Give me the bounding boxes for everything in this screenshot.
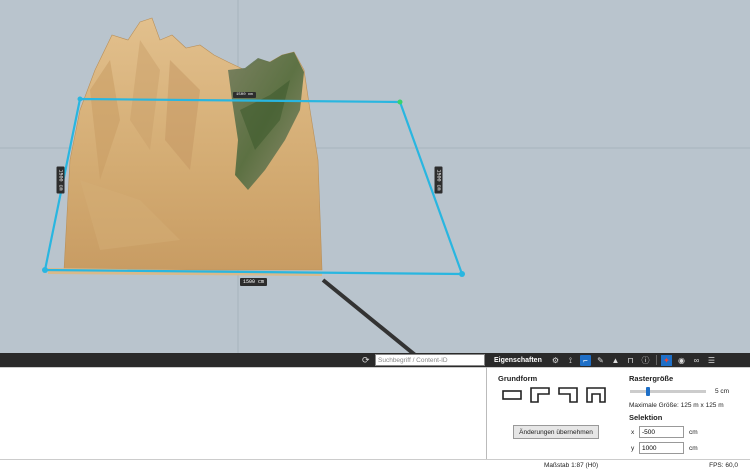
dimension-label-top: 1500 cm: [233, 92, 256, 98]
angle-shape-button[interactable]: [557, 386, 579, 404]
connector-line: [321, 278, 416, 353]
settings-icon[interactable]: ⚙: [550, 355, 561, 366]
object-icon[interactable]: ⊓: [625, 355, 636, 366]
raster-size-heading: Rastergröße: [629, 374, 674, 383]
terrain-icon[interactable]: ▲: [610, 355, 621, 366]
y-label: y: [631, 445, 635, 452]
selection-handle: [77, 96, 83, 102]
selection-handle-active: [397, 99, 403, 105]
slider-track[interactable]: [630, 390, 706, 393]
u-shape-icon: [586, 387, 606, 403]
grundform-heading: Grundform: [498, 374, 538, 383]
angle-shape-icon: [558, 387, 578, 403]
refresh-icon[interactable]: ⟳: [362, 355, 372, 365]
rectangle-shape-button[interactable]: [501, 386, 523, 404]
eye-icon[interactable]: ◉: [676, 355, 687, 366]
selection-handle: [459, 271, 465, 277]
dimension-label-right: 1500 cm: [434, 166, 443, 194]
apply-changes-button[interactable]: Änderungen übernehmen: [513, 425, 599, 439]
transform-icon[interactable]: ⟟: [565, 355, 576, 366]
dimension-label-bottom: 1500 cm: [240, 278, 268, 286]
u-shape-button[interactable]: [585, 386, 607, 404]
catalog-toolbar: ⟳: [0, 353, 486, 367]
link-icon[interactable]: ∞: [691, 355, 702, 366]
raster-size-slider[interactable]: [630, 387, 706, 396]
x-unit-label: cm: [689, 429, 698, 436]
properties-toolbar: Eigenschaften ⚙ ⟟ ⌐ ✎ ▲ ⊓ ⓘ ✦ ◉ ∞ ☰: [490, 353, 750, 367]
3d-viewport[interactable]: 1500 cm 1500 cm 1500 cm 1500 cm: [0, 0, 750, 353]
paint-icon[interactable]: ✎: [595, 355, 606, 366]
y-coordinate-input[interactable]: [639, 442, 684, 454]
bottom-toolbar: ⟳ Eigenschaften ⚙ ⟟ ⌐ ✎ ▲ ⊓ ⓘ ✦ ◉ ∞ ☰: [0, 353, 750, 367]
fps-counter: FPS: 60,0: [709, 462, 738, 469]
y-unit-label: cm: [689, 445, 698, 452]
l-shape-icon: [530, 387, 550, 403]
raster-size-value: 5 cm: [715, 388, 730, 395]
x-coordinate-input[interactable]: [639, 426, 684, 438]
slider-thumb[interactable]: [646, 387, 650, 396]
info-icon[interactable]: ⓘ: [640, 355, 651, 366]
terrain-scene: [0, 0, 750, 353]
selection-heading: Selektion: [629, 413, 663, 422]
scale-indicator: Maßstab 1:87 (H0): [544, 462, 599, 469]
properties-panel: Grundform Änderungen übernehmen Rastergr…: [487, 367, 750, 459]
x-label: x: [631, 429, 635, 436]
toolbar-separator: [656, 355, 657, 365]
rectangle-shape-icon: [502, 390, 522, 400]
panel-title: Eigenschaften: [494, 356, 542, 364]
shape-options: [501, 386, 613, 404]
floorplan-icon[interactable]: ⌐: [580, 354, 591, 366]
search-input[interactable]: [375, 354, 485, 366]
max-size-text: Maximale Größe: 125 m x 125 m: [629, 402, 724, 409]
pin-icon[interactable]: ✦: [661, 354, 672, 366]
l-shape-button[interactable]: [529, 386, 551, 404]
catalog-panel: [0, 367, 486, 459]
selection-handle: [42, 267, 48, 273]
status-bar: Maßstab 1:87 (H0) FPS: 60,0: [0, 459, 750, 470]
dimension-label-left: 1500 cm: [56, 166, 65, 194]
menu-icon[interactable]: ☰: [706, 355, 717, 366]
